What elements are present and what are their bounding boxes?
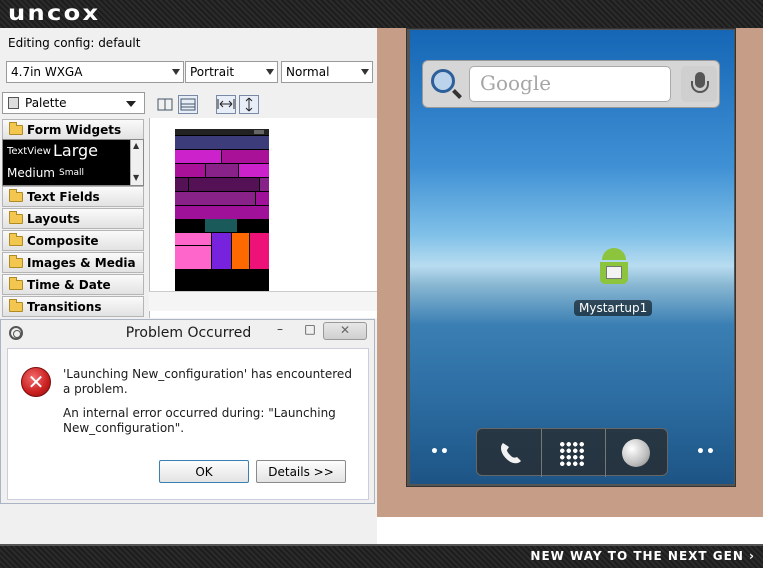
voice-search-button[interactable] xyxy=(681,66,717,102)
rows-icon xyxy=(180,98,196,111)
app-label[interactable]: Mystartup1 xyxy=(574,300,653,316)
widget-medium[interactable]: Medium xyxy=(7,166,55,180)
error-detail: An internal error occurred during: "Laun… xyxy=(63,406,336,435)
error-message: 'Launching New_configuration' has encoun… xyxy=(63,367,352,396)
folder-icon xyxy=(9,299,23,312)
chevron-down-icon xyxy=(266,69,274,75)
scroll-up-icon[interactable]: ▲ xyxy=(133,141,139,150)
layout-rows-button[interactable] xyxy=(178,95,198,114)
widget-textview[interactable]: TextView xyxy=(7,146,51,157)
page-indicator-left: •• xyxy=(430,444,450,460)
fill-height-button[interactable] xyxy=(239,95,259,114)
palette-icon xyxy=(8,97,19,109)
category-images-media[interactable]: Images & Media xyxy=(2,252,144,273)
folder-icon xyxy=(9,233,23,246)
tagline[interactable]: NEW WAY TO THE NEXT GEN › xyxy=(530,549,755,563)
error-icon: ✕ xyxy=(21,367,51,397)
chevron-down-icon xyxy=(361,69,369,75)
page-indicator-right: •• xyxy=(696,444,716,460)
category-label: Layouts xyxy=(27,212,80,226)
palette-title: Palette xyxy=(25,96,67,110)
canvas-horizontal-scrollbar[interactable] xyxy=(149,291,377,311)
uncox-logo: uncox xyxy=(8,1,101,25)
category-label: Composite xyxy=(27,234,99,248)
editing-config-label: Editing config: default xyxy=(8,36,141,50)
search-icon[interactable] xyxy=(431,69,455,93)
android-home-screen[interactable]: Google Mystartup1 •• •• xyxy=(410,30,734,484)
launcher-dock xyxy=(476,428,668,477)
columns-icon xyxy=(157,98,173,111)
top-banner: uncox xyxy=(0,0,763,28)
widget-large[interactable]: Large xyxy=(53,141,98,160)
package-box-icon xyxy=(606,266,622,279)
open-folder-icon xyxy=(9,122,23,135)
phone-icon[interactable] xyxy=(495,439,525,467)
orientation-select[interactable]: Portrait xyxy=(185,61,278,83)
ok-button[interactable]: OK xyxy=(159,460,249,483)
microphone-stand xyxy=(691,81,709,93)
category-label: Form Widgets xyxy=(27,123,122,137)
theme-select[interactable]: Normal xyxy=(281,61,373,83)
palette-dropdown[interactable]: Palette xyxy=(2,92,145,114)
google-search-widget[interactable]: Google xyxy=(422,60,720,108)
category-layouts[interactable]: Layouts xyxy=(2,208,144,229)
maximize-button[interactable]: □ xyxy=(297,322,323,340)
android-robot-icon xyxy=(602,248,626,260)
app-drawer-icon[interactable] xyxy=(559,441,585,467)
category-text-fields[interactable]: Text Fields xyxy=(2,186,144,207)
device-select-value: 4.7in WXGA xyxy=(11,65,83,79)
palette-scrollbar[interactable]: ▲ ▼ xyxy=(130,140,143,185)
category-label: Transitions xyxy=(27,300,102,314)
minimize-button[interactable]: – xyxy=(267,322,293,340)
orientation-select-value: Portrait xyxy=(190,65,235,79)
category-composite[interactable]: Composite xyxy=(2,230,144,251)
mystartup-app-icon[interactable] xyxy=(592,244,636,294)
category-transitions[interactable]: Transitions xyxy=(2,296,144,317)
layout-preview[interactable] xyxy=(175,129,269,291)
scroll-down-icon[interactable]: ▼ xyxy=(133,173,139,182)
category-form-widgets[interactable]: Form Widgets xyxy=(2,119,144,140)
close-button[interactable]: ✕ xyxy=(323,322,367,340)
category-label: Time & Date xyxy=(27,278,111,292)
horizontal-arrows-icon xyxy=(217,99,235,109)
form-widgets-list: TextView Large Medium Small ▲ ▼ xyxy=(2,139,144,186)
chevron-down-icon xyxy=(126,101,136,107)
device-select[interactable]: 4.7in WXGA xyxy=(6,61,184,83)
search-input[interactable]: Google xyxy=(469,66,671,102)
theme-select-value: Normal xyxy=(286,65,330,79)
folder-icon xyxy=(9,277,23,290)
folder-icon xyxy=(9,189,23,202)
vertical-arrows-icon xyxy=(245,97,253,112)
chevron-down-icon xyxy=(172,69,180,75)
category-label: Images & Media xyxy=(27,256,136,270)
bottom-banner: NEW WAY TO THE NEXT GEN › xyxy=(0,544,763,568)
layout-grid-button[interactable] xyxy=(155,95,175,114)
category-time-date[interactable]: Time & Date xyxy=(2,274,144,295)
category-label: Text Fields xyxy=(27,190,100,204)
browser-globe-icon[interactable] xyxy=(622,439,650,467)
fill-width-button[interactable] xyxy=(216,95,236,114)
problem-occurred-dialog: Problem Occurred – □ ✕ ✕ 'Launching New_… xyxy=(0,319,375,504)
folder-icon xyxy=(9,255,23,268)
folder-icon xyxy=(9,211,23,224)
widget-small[interactable]: Small xyxy=(59,168,84,178)
details-button[interactable]: Details >> xyxy=(256,460,346,483)
